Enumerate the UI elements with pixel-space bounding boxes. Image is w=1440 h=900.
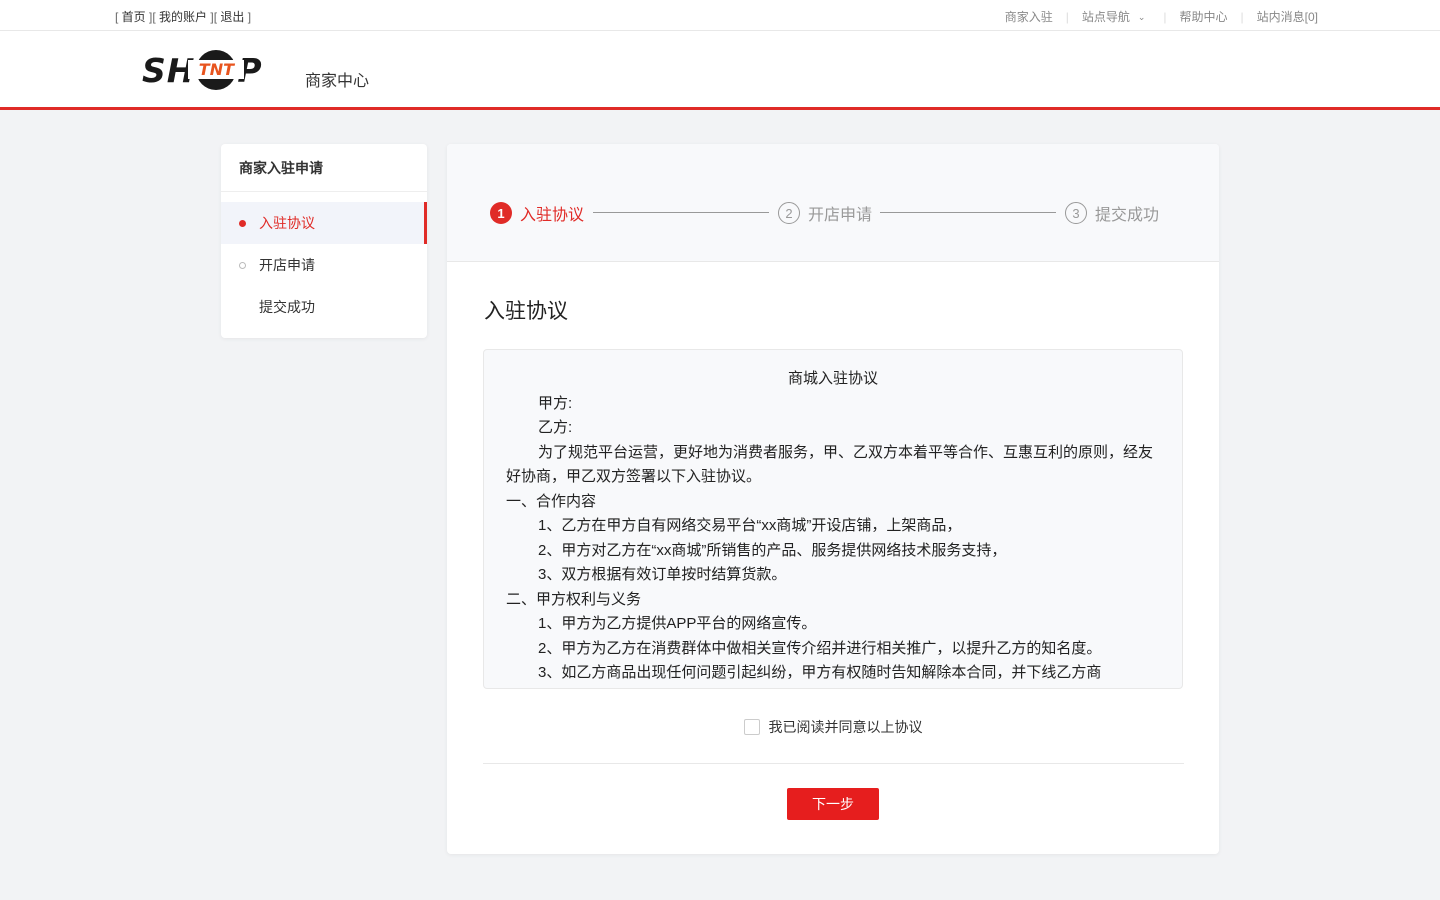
help-center-link[interactable]: 帮助中心: [1180, 8, 1228, 25]
steps-bar: 1 入驻协议 2 开店申请 3 提交成功: [447, 144, 1219, 262]
agreement-party-b: 乙方:: [538, 419, 573, 436]
sidebar-item-submitted[interactable]: 提交成功: [221, 286, 427, 328]
sidebar-item-label: 开店申请: [259, 257, 315, 273]
site-nav-dropdown[interactable]: 站点导航 ⌄: [1082, 8, 1146, 25]
step-connector: [593, 212, 769, 213]
sidebar-item-label: 提交成功: [259, 299, 315, 315]
top-right-links: 商家入驻 | 站点导航 ⌄ | 帮助中心 | 站内消息[0]: [1005, 8, 1318, 25]
section-title: 入驻协议: [484, 300, 568, 323]
logo-mark: TNT: [188, 50, 245, 90]
separator: |: [1240, 9, 1244, 24]
pending-dot-icon: [239, 262, 246, 269]
main-panel: 1 入驻协议 2 开店申请 3 提交成功 入驻协议 商城入驻协议 甲方: 乙方:…: [447, 144, 1219, 854]
agreement-clause: 3、双方根据有效订单按时结算货款。: [538, 566, 787, 583]
step-label: 入驻协议: [520, 207, 585, 224]
step-1: 1 入驻协议: [490, 201, 584, 225]
agreement-clause: 2、甲方为乙方在消费群体中做相关宣传介绍并进行相关推广，以提升乙方的知名度。: [538, 639, 1102, 657]
sidebar-item-agreement[interactable]: 入驻协议: [221, 202, 427, 244]
agreement-section-heading: 一、合作内容: [506, 492, 597, 510]
sidebar-item-shop-application[interactable]: 开店申请: [221, 244, 427, 286]
sidebar-menu: 入驻协议 开店申请 提交成功: [221, 192, 427, 328]
chevron-down-icon: ⌄: [1137, 12, 1146, 22]
messages-link[interactable]: 站内消息[0]: [1257, 8, 1318, 25]
merchant-join-link[interactable]: 商家入驻: [1005, 8, 1053, 25]
separator: |: [1065, 9, 1069, 24]
top-links: [ 首页 ][ 我的账户 ][ 退出 ]: [115, 10, 252, 24]
agreement-clause: 1、甲方为乙方提供APP平台的网络宣传。: [538, 615, 817, 632]
my-account-link[interactable]: 我的账户: [159, 10, 207, 24]
agreement-text-box[interactable]: 商城入驻协议 甲方: 乙方: 为了规范平台运营，更好地为消费者服务，甲、乙双方本…: [483, 349, 1183, 689]
step-number-icon: 3: [1065, 202, 1087, 224]
next-step-button[interactable]: 下一步: [787, 788, 879, 820]
agree-label: 我已阅读并同意以上协议: [768, 719, 923, 735]
agree-checkbox[interactable]: [743, 719, 760, 735]
step-3: 3 提交成功: [1065, 201, 1159, 225]
site-nav-label: 站点导航: [1081, 10, 1130, 24]
header: SH TNT P 商家中心: [0, 31, 1440, 110]
logo-band-text: TNT: [188, 60, 245, 79]
home-link[interactable]: 首页: [122, 10, 146, 24]
top-bar: [ 首页 ][ 我的账户 ][ 退出 ] 商家入驻 | 站点导航 ⌄ | 帮助中心…: [0, 0, 1440, 31]
agreement-intro: 为了规范平台运营，更好地为消费者服务，甲、乙双方本着平等合作、互惠互利的原则，经…: [506, 443, 1154, 486]
step-connector: [880, 212, 1056, 213]
step-label: 提交成功: [1095, 207, 1160, 224]
logo-text-left: SH: [142, 50, 196, 90]
active-dot-icon: [239, 220, 246, 227]
sidebar: 商家入驻申请 入驻协议 开店申请 提交成功: [221, 144, 427, 338]
separator: |: [1163, 9, 1167, 24]
agree-checkbox-row[interactable]: 我已阅读并同意以上协议: [447, 717, 1219, 737]
step-number-icon: 2: [778, 202, 800, 224]
divider: [483, 763, 1184, 764]
logo[interactable]: SH TNT P: [142, 48, 263, 92]
step-label: 开店申请: [808, 207, 873, 224]
agreement-party-a: 甲方:: [538, 394, 573, 412]
header-title: 商家中心: [305, 73, 370, 90]
logout-link[interactable]: 退出: [220, 10, 244, 24]
sidebar-title: 商家入驻申请: [221, 144, 427, 192]
agreement-clause: 1、乙方在甲方自有网络交易平台“xx商城”开设店铺，上架商品，: [538, 517, 962, 534]
agreement-clause: 3、如乙方商品出现任何问题引起纠纷，甲方有权随时告知解除本合同，并下线乙方商: [538, 664, 1102, 681]
step-2: 2 开店申请: [778, 201, 872, 225]
agreement-clause: 2、甲方对乙方在“xx商城”所销售的产品、服务提供网络技术服务支持，: [538, 541, 1007, 559]
agreement-title: 商城入驻协议: [787, 370, 878, 387]
agreement-section-heading: 二、甲方权利与义务: [506, 590, 642, 608]
sidebar-item-label: 入驻协议: [259, 215, 315, 231]
step-number-icon: 1: [490, 202, 512, 224]
